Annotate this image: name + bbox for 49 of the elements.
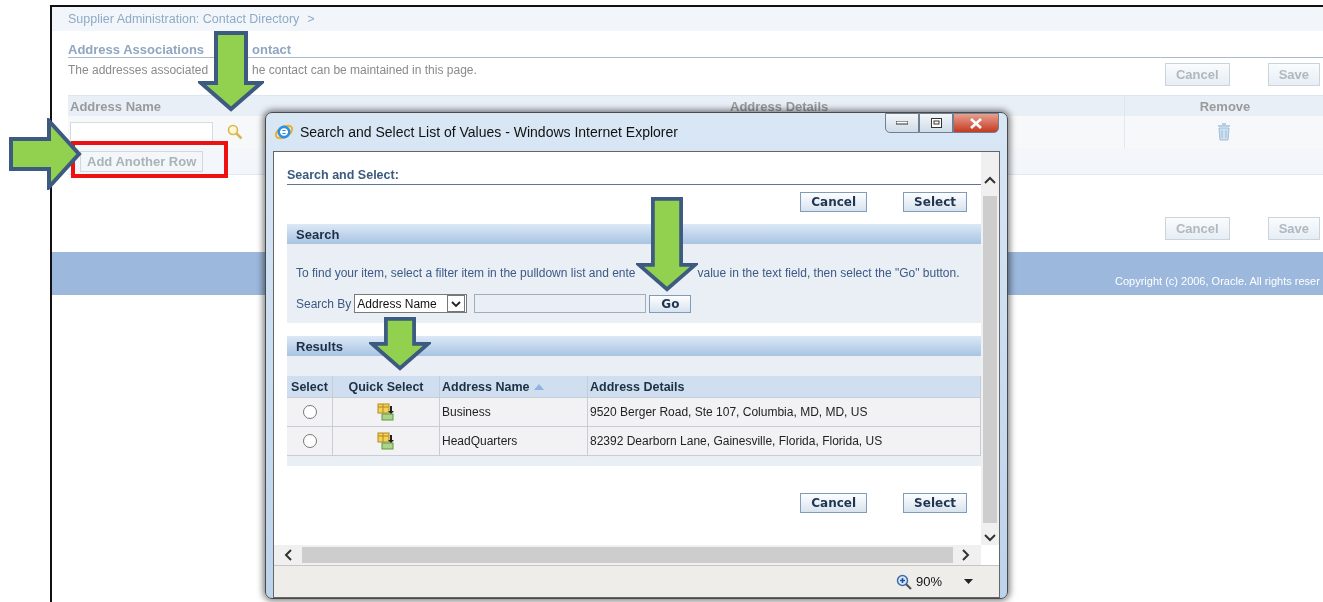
vertical-scrollbar[interactable] — [981, 152, 999, 545]
instruction-text: value in the text field, then select the "Go" button. — [697, 266, 960, 280]
cancel-button[interactable]: Cancel — [800, 493, 868, 513]
instruction-text: To find your item, select a filter item in the pulldown list and ente — [296, 266, 636, 280]
column-header[interactable]: Address Name — [440, 376, 588, 398]
horizontal-scrollbar[interactable] — [274, 545, 981, 565]
close-button[interactable] — [953, 113, 999, 133]
quick-select-icon[interactable] — [377, 403, 395, 421]
zoom-level[interactable]: 90% — [915, 574, 942, 589]
select-radio[interactable] — [302, 434, 317, 448]
section-title: ontact — [252, 42, 291, 57]
down-arrow — [369, 316, 431, 371]
section-title: Address Associations — [68, 42, 206, 57]
address-name-field[interactable] — [70, 122, 213, 142]
zoom-icon[interactable] — [895, 573, 912, 590]
section-header: Results — [287, 336, 981, 356]
column-header: Address Name — [69, 98, 163, 114]
table-cell: 82392 Dearborn Lane, Gainesville, Florida, Florida, US — [588, 427, 981, 456]
minimize-button[interactable] — [885, 113, 919, 133]
description-text: The addresses associated — [68, 63, 210, 77]
search-input[interactable] — [474, 294, 647, 313]
breadcrumb-separator: > — [307, 12, 315, 26]
table-cell: Business — [440, 398, 588, 427]
table-cell: 9520 Berger Road, Ste 107, Columbia, MD, MD, US — [588, 398, 981, 427]
table-cell: HeadQuarters — [440, 427, 588, 456]
column-header: Quick Select — [333, 376, 440, 398]
browser-icon — [274, 122, 294, 142]
column-header: Address Details — [729, 98, 830, 114]
select-button[interactable]: Select — [903, 192, 967, 212]
go-button[interactable]: Go — [649, 294, 692, 313]
caret-icon — [451, 299, 462, 308]
column-header: Select — [287, 376, 333, 398]
description-text: he contact can be maintained in this page. — [252, 63, 477, 77]
caret-icon[interactable] — [964, 578, 973, 585]
select-button[interactable]: Select — [903, 493, 967, 513]
search-by-label: Search By — [296, 296, 352, 311]
maximize-icon — [930, 118, 942, 128]
minimize-icon — [896, 121, 908, 125]
window-title: Search and Select List of Values - Windows Internet Explorer — [300, 124, 679, 140]
copyright-text: Copyright (c) 2006, Oracle. All rights reser — [1115, 274, 1320, 287]
section-header: Search — [287, 224, 981, 244]
filter-dropdown[interactable]: Address Name — [354, 294, 468, 313]
column-header: Address Details — [588, 376, 981, 398]
dialog-heading: Search and Select: — [287, 168, 981, 185]
select-radio[interactable] — [302, 405, 317, 419]
cancel-button[interactable]: Cancel — [800, 192, 868, 212]
quick-select-icon[interactable] — [377, 432, 395, 450]
maximize-button[interactable] — [919, 113, 953, 133]
close-icon — [970, 117, 982, 129]
